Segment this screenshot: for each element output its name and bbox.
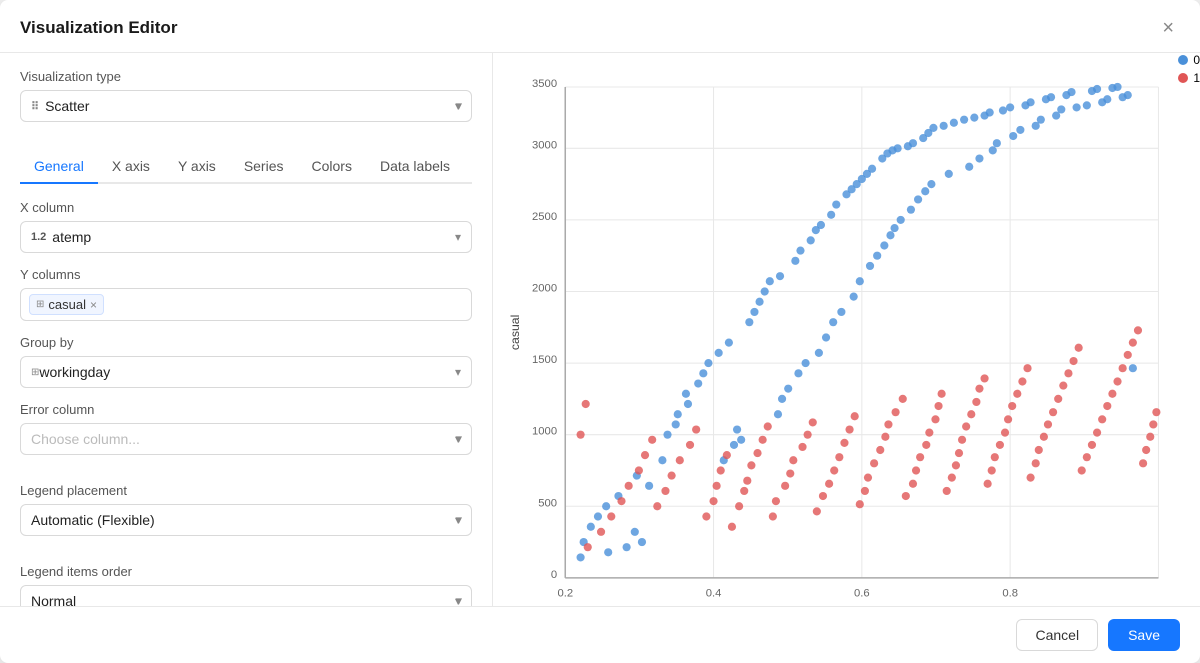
error-column-placeholder: Choose column...	[31, 431, 140, 447]
svg-text:1000: 1000	[532, 426, 557, 438]
svg-text:0.6: 0.6	[854, 587, 870, 599]
chart-area: 0 500 1000 1500 2000 2500 3000 3500	[509, 65, 1184, 606]
legend-placement-label: Legend placement	[20, 483, 472, 498]
tab-series[interactable]: Series	[230, 150, 298, 184]
svg-text:0.8: 0.8	[1002, 587, 1018, 599]
error-column-chevron-icon: ▾	[455, 432, 461, 446]
group-by-section: Group by ⊞ workingday ▾	[20, 335, 472, 388]
y-columns-input[interactable]: ⊞ casual ×	[20, 288, 472, 321]
scatter-icon: ⠿	[31, 100, 39, 113]
tab-xaxis[interactable]: X axis	[98, 150, 164, 184]
left-panel: Visualization type ⠿ Scatter ▾ General X…	[0, 53, 493, 606]
svg-text:2000: 2000	[532, 282, 557, 294]
tab-yaxis[interactable]: Y axis	[164, 150, 230, 184]
scatter-chart: 0 500 1000 1500 2000 2500 3000 3500	[509, 65, 1184, 606]
viz-type-label: Visualization type	[20, 69, 472, 84]
save-button[interactable]: Save	[1108, 619, 1180, 651]
svg-text:0.2: 0.2	[557, 587, 573, 599]
tab-datalabels[interactable]: Data labels	[366, 150, 464, 184]
x-column-label: X column	[20, 200, 472, 215]
group-by-label: Group by	[20, 335, 472, 350]
legend-placement-select[interactable]: Automatic (Flexible) ▾	[20, 504, 472, 536]
group-by-select[interactable]: ⊞ workingday ▾	[20, 356, 472, 388]
y-columns-section: Y columns ⊞ casual ×	[20, 267, 472, 321]
legend-items-order-label: Legend items order	[20, 564, 472, 579]
modal-footer: Cancel Save	[0, 606, 1200, 663]
legend-placement-chevron-icon: ▾	[455, 513, 461, 527]
y-column-tag-icon: ⊞	[36, 299, 44, 310]
error-column-wrapper: Choose column... ▾	[20, 423, 472, 455]
cancel-button[interactable]: Cancel	[1016, 619, 1098, 651]
close-button[interactable]: ×	[1156, 16, 1180, 40]
svg-text:500: 500	[538, 497, 557, 509]
error-column-label: Error column	[20, 402, 472, 417]
legend-placement-wrapper: Automatic (Flexible) ▾	[20, 504, 472, 536]
modal-body: Visualization type ⠿ Scatter ▾ General X…	[0, 53, 1200, 606]
y-column-tag-label: casual	[48, 297, 86, 312]
x-column-chevron-icon: ▾	[455, 230, 461, 244]
svg-text:1500: 1500	[532, 354, 557, 366]
legend-items-order-chevron-icon: ▾	[455, 594, 461, 606]
modal-header: Visualization Editor ×	[0, 0, 1200, 53]
viz-type-select[interactable]: ⠿ Scatter ▾	[20, 90, 472, 122]
group-by-value: workingday	[39, 364, 455, 380]
svg-text:2500: 2500	[532, 211, 557, 223]
x-column-type-icon: 1.2	[31, 231, 46, 243]
svg-text:3000: 3000	[532, 139, 557, 151]
legend-items-order-select[interactable]: Normal ▾	[20, 585, 472, 606]
legend-items-order-section: Legend items order Normal ▾	[20, 564, 472, 606]
error-column-section: Error column Choose column... ▾	[20, 402, 472, 469]
tabs-container: General X axis Y axis Series Colors Data…	[20, 150, 472, 184]
viz-type-value: Scatter	[45, 98, 455, 114]
error-column-select[interactable]: Choose column... ▾	[20, 423, 472, 455]
modal-title: Visualization Editor	[20, 18, 177, 38]
legend-placement-value: Automatic (Flexible)	[31, 512, 455, 528]
svg-text:0: 0	[551, 569, 557, 581]
y-column-tag: ⊞ casual ×	[29, 294, 104, 315]
group-by-chevron-icon: ▾	[455, 365, 461, 379]
x-column-section: X column 1.2 atemp ▾	[20, 200, 472, 253]
x-column-select[interactable]: 1.2 atemp ▾	[20, 221, 472, 253]
viz-type-wrapper: ⠿ Scatter ▾	[20, 90, 472, 122]
legend-label-1: 1	[1193, 71, 1200, 85]
viz-type-section: Visualization type ⠿ Scatter ▾	[20, 69, 472, 136]
tab-colors[interactable]: Colors	[298, 150, 366, 184]
y-columns-label: Y columns	[20, 267, 472, 282]
visualization-editor-modal: Visualization Editor × Visualization typ…	[0, 0, 1200, 663]
svg-text:0.4: 0.4	[706, 587, 722, 599]
chart-panel: 0 1 0 500 1000 1500	[493, 53, 1200, 606]
tab-general[interactable]: General	[20, 150, 98, 184]
svg-text:3500: 3500	[532, 78, 557, 90]
legend-items-order-wrapper: Normal ▾	[20, 585, 472, 606]
viz-type-chevron-icon: ▾	[455, 99, 461, 113]
legend-label-0: 0	[1193, 53, 1200, 67]
legend-placement-section: Legend placement Automatic (Flexible) ▾	[20, 483, 472, 550]
svg-text:casual: casual	[509, 315, 522, 350]
y-column-tag-remove[interactable]: ×	[90, 299, 97, 311]
legend-items-order-value: Normal	[31, 593, 455, 606]
legend-dot-0	[1178, 55, 1188, 65]
x-column-value: atemp	[52, 229, 455, 245]
